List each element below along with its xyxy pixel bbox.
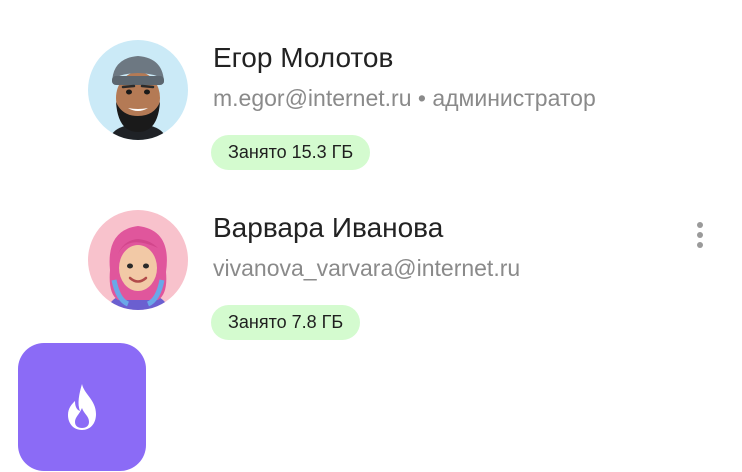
memoji-bearded-man-icon [88,40,188,140]
user-row-varvara[interactable]: Варвара Иванова vivanova_varvara@interne… [88,210,728,350]
user-name: Варвара Иванова [213,212,444,243]
user-email: m.egor@internet.ru [213,85,412,111]
memoji-pink-hair-woman-icon [88,210,188,310]
avatar [88,40,188,140]
user-role: администратор [432,85,596,111]
avatar [88,210,188,310]
user-row-egor[interactable]: Егор Молотов m.egor@internet.ru • админи… [88,40,728,180]
meta-separator: • [417,85,426,111]
flame-icon [68,384,96,430]
user-meta: vivanova_varvara@internet.ru [213,255,520,282]
user-email: vivanova_varvara@internet.ru [213,255,521,281]
storage-usage-badge: Занято 7.8 ГБ [211,305,361,340]
user-meta: m.egor@internet.ru • администратор [213,85,596,112]
app-tile[interactable] [18,343,146,471]
storage-usage-badge: Занято 15.3 ГБ [211,135,371,170]
user-name: Егор Молотов [213,42,394,73]
more-vertical-icon[interactable] [688,216,712,252]
